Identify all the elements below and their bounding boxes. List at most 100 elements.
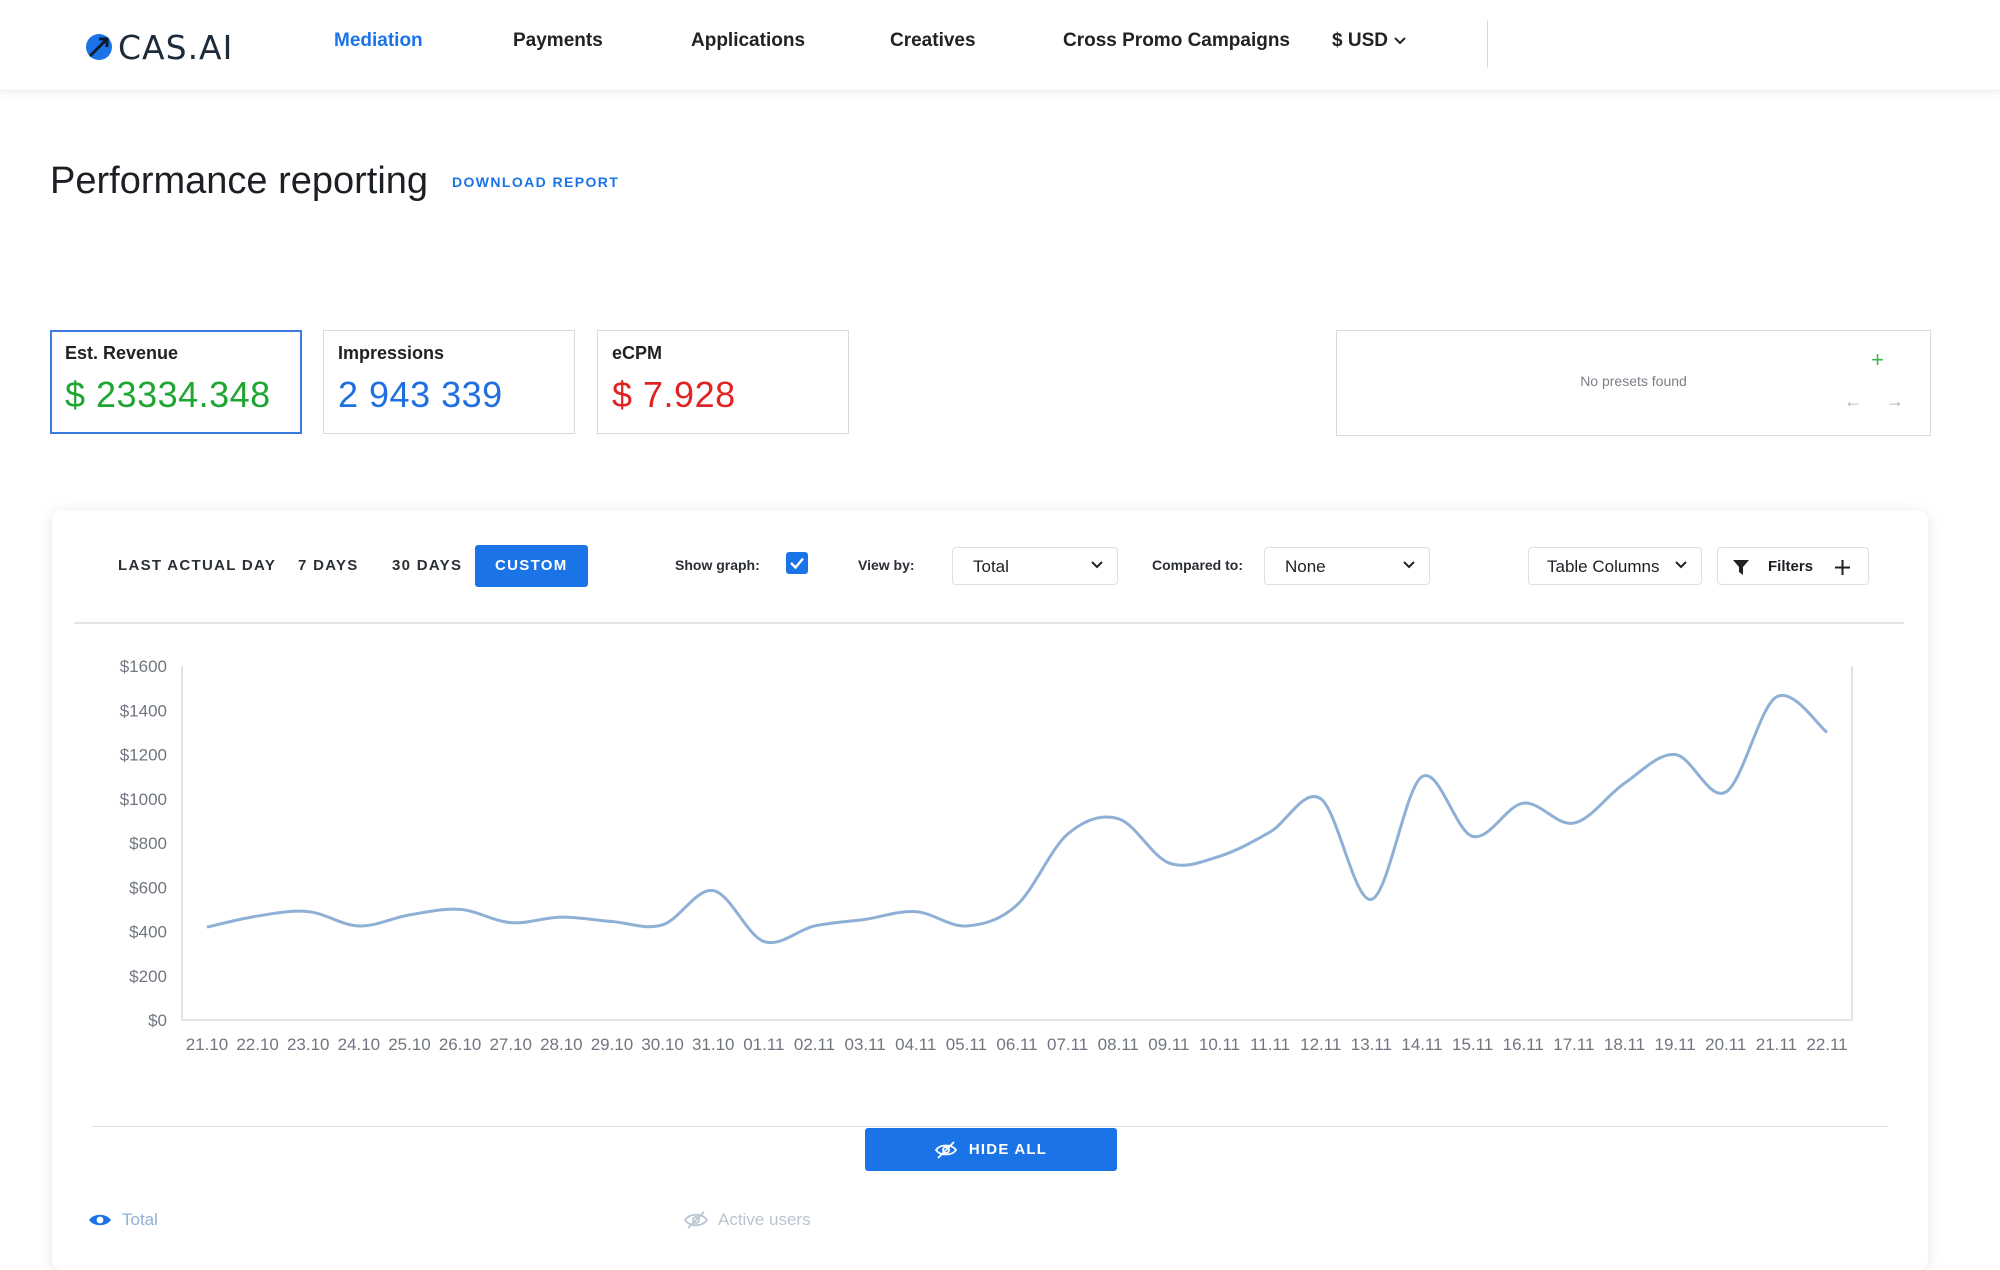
- kpi-value: $ 23334.348: [65, 374, 271, 415]
- chart-divider: [92, 1126, 1888, 1127]
- plus-icon[interactable]: [1834, 559, 1851, 576]
- legend-label: Active users: [718, 1210, 811, 1229]
- y-tick-label: $400: [129, 923, 167, 942]
- kpi-label: eCPM: [612, 343, 663, 363]
- nav-item-creatives[interactable]: Creatives: [890, 30, 976, 52]
- range-30-days[interactable]: 30 DAYS: [392, 545, 462, 587]
- revenue-line-chart: $0 $200 $400 $600 $800 $1000 $1200 $1400 $1600 21…: [120, 657, 1853, 1054]
- presets-empty-text: No presets found: [1580, 373, 1687, 389]
- eye-icon: [89, 1214, 111, 1226]
- hide-all-button[interactable]: HIDE ALL: [865, 1128, 1117, 1171]
- y-tick-label: $600: [129, 878, 167, 897]
- compared-to-select[interactable]: None: [1264, 547, 1430, 585]
- x-tick-label: 20.11: [1705, 1035, 1746, 1054]
- x-tick-label: 08.11: [1098, 1035, 1139, 1054]
- filters-control[interactable]: Filters: [1717, 547, 1869, 585]
- view-by-label: View by:: [858, 557, 915, 573]
- kpi-label: Impressions: [338, 343, 445, 363]
- view-by-value: Total: [973, 557, 1009, 576]
- compared-to-value: None: [1285, 557, 1326, 576]
- x-tick-label: 18.11: [1604, 1035, 1645, 1054]
- kpi-card-revenue[interactable]: Est. Revenue $ 23334.348: [50, 330, 302, 434]
- presets-panel: No presets found + ← →: [1336, 330, 1931, 436]
- show-graph-label: Show graph:: [675, 557, 760, 573]
- x-tick-label: 21.10: [186, 1035, 229, 1054]
- y-tick-label: $1400: [120, 701, 167, 720]
- brand-name: CAS.AI: [118, 27, 234, 67]
- chevron-down-icon: [1394, 37, 1406, 45]
- arrow-right-icon[interactable]: →: [1886, 391, 1904, 412]
- y-tick-label: $1000: [120, 790, 167, 809]
- x-tick-label: 26.10: [439, 1035, 482, 1054]
- show-graph-checkbox[interactable]: [786, 552, 808, 574]
- x-tick-label: 15.11: [1452, 1035, 1493, 1054]
- currency-label: $ USD: [1332, 30, 1388, 51]
- x-tick-label: 05.11: [946, 1035, 987, 1054]
- page-title: Performance reporting: [50, 160, 429, 202]
- brand-logo[interactable]: CAS.AI: [84, 27, 233, 67]
- x-tick-label: 13.11: [1351, 1035, 1392, 1054]
- legend-item-total[interactable]: Total: [88, 1210, 158, 1230]
- chevron-down-icon: [1675, 561, 1687, 569]
- x-tick-label: 31.10: [692, 1035, 735, 1054]
- kpi-value: 2 943 339: [338, 374, 503, 415]
- x-tick-label: 06.11: [996, 1035, 1037, 1054]
- range-custom[interactable]: CUSTOM: [475, 545, 588, 587]
- y-tick-label: $0: [148, 1011, 167, 1030]
- x-tick-label: 09.11: [1148, 1035, 1189, 1054]
- x-tick-label: 01.11: [743, 1035, 784, 1054]
- table-columns-select[interactable]: Table Columns: [1528, 547, 1702, 585]
- x-tick-label: 16.11: [1503, 1035, 1544, 1054]
- hide-all-label: HIDE ALL: [968, 1141, 1048, 1158]
- x-tick-label: 28.10: [540, 1035, 583, 1054]
- x-tick-label: 04.11: [895, 1035, 936, 1054]
- x-tick-label: 12.11: [1300, 1035, 1341, 1054]
- view-by-select[interactable]: Total: [952, 547, 1118, 585]
- kpi-value: $ 7.928: [612, 374, 736, 415]
- x-tick-label: 23.10: [287, 1035, 330, 1054]
- range-7-days[interactable]: 7 DAYS: [298, 545, 359, 587]
- eye-off-icon: [934, 1140, 957, 1159]
- plus-icon[interactable]: +: [1871, 347, 1884, 373]
- table-columns-label: Table Columns: [1547, 557, 1660, 576]
- checkmark-icon: [790, 557, 804, 570]
- chevron-down-icon: [1091, 561, 1103, 569]
- arrow-left-icon[interactable]: ←: [1844, 391, 1862, 412]
- logo-icon: [86, 34, 112, 60]
- x-tick-label: 14.11: [1401, 1035, 1442, 1054]
- x-tick-label: 30.10: [641, 1035, 684, 1054]
- x-tick-label: 21.11: [1756, 1035, 1797, 1054]
- x-tick-label: 19.11: [1654, 1035, 1695, 1054]
- eye-off-icon: [684, 1211, 708, 1229]
- chevron-down-icon: [1403, 561, 1415, 569]
- x-tick-label: 25.10: [388, 1035, 431, 1054]
- x-tick-label: 02.11: [794, 1035, 835, 1054]
- nav-item-applications[interactable]: Applications: [691, 30, 805, 52]
- download-report-link[interactable]: DOWNLOAD REPORT: [452, 174, 619, 190]
- x-tick-label: 29.10: [591, 1035, 634, 1054]
- legend-label: Total: [122, 1210, 158, 1229]
- toolbar-divider: [74, 622, 1904, 624]
- report-panel: LAST ACTUAL DAY 7 DAYS 30 DAYS CUSTOM Sh…: [52, 510, 1928, 1270]
- x-tick-label: 22.10: [236, 1035, 279, 1054]
- currency-selector[interactable]: $ USD: [1332, 30, 1406, 52]
- nav-divider: [1487, 20, 1488, 68]
- y-tick-label: $200: [129, 967, 167, 986]
- x-tick-label: 17.11: [1553, 1035, 1594, 1054]
- x-tick-label: 27.10: [489, 1035, 532, 1054]
- filter-icon: [1733, 560, 1749, 575]
- y-tick-label: $1600: [120, 657, 167, 676]
- x-tick-label: 22.11: [1806, 1035, 1847, 1054]
- x-tick-label: 24.10: [338, 1035, 381, 1054]
- x-tick-label: 03.11: [844, 1035, 885, 1054]
- kpi-card-ecpm[interactable]: eCPM $ 7.928: [597, 330, 849, 434]
- legend-item-active-users[interactable]: Active users: [684, 1210, 811, 1230]
- y-tick-label: $1200: [120, 746, 167, 765]
- range-last-actual-day[interactable]: LAST ACTUAL DAY: [118, 545, 276, 587]
- kpi-card-impressions[interactable]: Impressions 2 943 339: [323, 330, 575, 434]
- nav-item-payments[interactable]: Payments: [513, 30, 603, 52]
- nav-item-mediation[interactable]: Mediation: [334, 30, 423, 52]
- y-tick-label: $800: [129, 834, 167, 853]
- kpi-label: Est. Revenue: [65, 343, 179, 363]
- nav-item-cross-promo[interactable]: Cross Promo Campaigns: [1063, 30, 1290, 52]
